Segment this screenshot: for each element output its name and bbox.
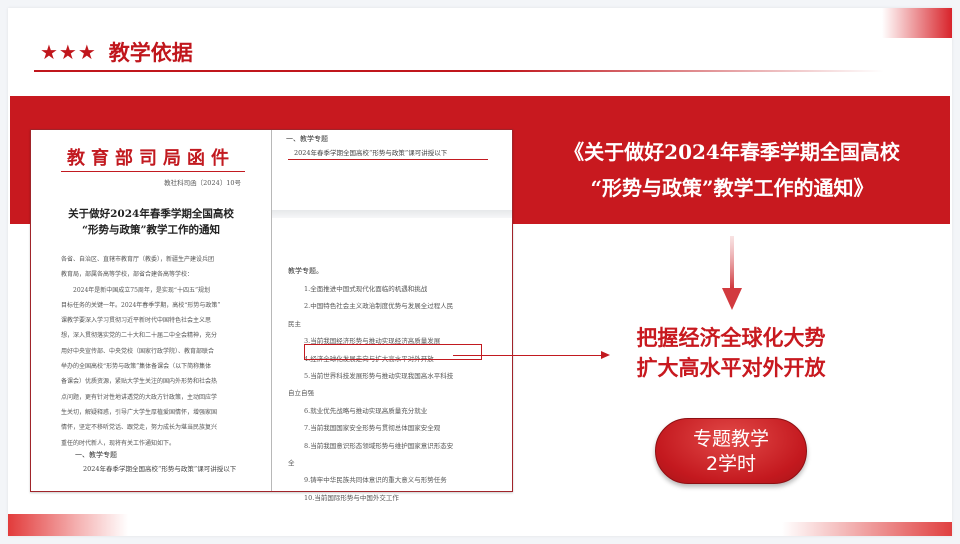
body-line: 重任的时代新人，现将有关工作通知如下。 <box>61 439 176 447</box>
letterhead-rule <box>61 171 245 172</box>
topic-item: 10.当前国际形势与中国外交工作 <box>304 493 399 502</box>
document-number: 教社科司函〔2024〕10号 <box>164 179 241 187</box>
topic-item: 1.全面推进中国式现代化面临的机遇和挑战 <box>304 285 428 293</box>
badge-line-1: 专题教学 <box>692 428 769 450</box>
notice-title-line-1: 《关于做好2024年春季学期全国高校 <box>564 140 900 164</box>
teaching-hours-badge: 专题教学 2学时 <box>655 418 807 484</box>
topic-item-continuation: 自立自强 <box>288 389 314 398</box>
document-section-ref: 2024年春季学期全国高校“形势与政策”课可讲授以下 <box>83 465 237 473</box>
topics-heading: 教学专题。 <box>288 267 323 275</box>
topic-item: 2.中国特色社会主义政治制度优势与发展全过程人民 <box>304 302 454 311</box>
document-title: 关于做好2024年春季学期全国高校 “形势与政策”教学工作的通知 <box>31 206 271 238</box>
topics-section-heading: 一、教学专题 <box>286 135 328 143</box>
document-title-line-1: 关于做好2024年春季学期全国高校 <box>68 208 234 220</box>
document-section-heading: 一、教学专题 <box>75 451 117 459</box>
pointer-arrow-line <box>453 355 603 356</box>
document-page-right: 一、教学专题 2024年春季学期全国高校“形势与政策”课可讲授以下 教学专题。 … <box>272 130 512 502</box>
topic-item: 8.当前我国意识形态领域形势与维护国家意识形态安 <box>304 441 454 450</box>
body-line: 点问题，更有针对性地讲透党的大政方针政策，主动回应学 <box>61 393 218 401</box>
header-underline <box>34 70 884 72</box>
slide-title: 教学依据 <box>108 41 193 65</box>
corner-decoration-top-right <box>882 8 952 38</box>
topics-section-ref: 2024年春季学期全国高校“形势与政策”课可讲授以下 <box>294 149 448 157</box>
page-gap <box>272 210 512 218</box>
body-line: 生关切，解疑释惑，引导广大学生厚植爱国情怀，增强家国 <box>61 408 218 416</box>
document-body: 各省、自治区、直辖市教育厅（教委），新疆生产建设兵团 教育局，部属各高等学校，部… <box>61 252 251 451</box>
notice-title: 《关于做好2024年春季学期全国高校 “形势与政策”教学工作的通知》 <box>540 134 924 206</box>
star-icons: ★★★ <box>40 40 97 64</box>
body-line: 2024年是新中国成立75周年，是实现“十四五”规划 <box>61 286 211 294</box>
body-line: 课教学要深入学习贯彻习近平新时代中国特色社会主义思 <box>61 317 212 325</box>
document-scan: 教育部司局函件 教社科司函〔2024〕10号 关于做好2024年春季学期全国高校… <box>30 129 513 502</box>
topic-item: 7.当前我国国家安全形势与贯彻总体国家安全观 <box>304 424 441 433</box>
slide-header: ★★★ 教学依据 <box>40 37 193 67</box>
body-line: 举办的全国高校“形势与政策”集体备课会（以下简称集体 <box>61 363 212 371</box>
body-line: 目标任务的关键一年。2024年春季学期，高校“形势与政策” <box>61 301 221 309</box>
conclusion-line-1: 把握经济全球化大势 <box>636 326 826 350</box>
body-line: 想，深入贯彻落实党的二十大和二十届二中全会精神，充分 <box>61 332 218 340</box>
topic-item-continuation: 全 <box>288 458 295 467</box>
letterhead: 教育部司局函件 <box>67 148 235 169</box>
document-page-left: 教育部司局函件 教社科司函〔2024〕10号 关于做好2024年春季学期全国高校… <box>31 130 271 491</box>
body-line: 各省、自治区、直辖市教育厅（教委），新疆生产建设兵团 <box>61 256 215 263</box>
notice-title-line-2: “形势与政策”教学工作的通知》 <box>590 176 874 200</box>
body-line: 教育局，部属各高等学校，部省合建各高等学校： <box>61 271 194 279</box>
corner-decoration-bottom-left <box>8 514 128 536</box>
corner-decoration-bottom-right <box>782 522 952 536</box>
document-title-line-2: “形势与政策”教学工作的通知 <box>81 224 221 236</box>
body-line: 情怀，坚定不移听党话、跟党走，努力成长为堪当民族复兴 <box>61 424 218 432</box>
badge-line-2: 2学时 <box>705 453 757 475</box>
topic-item: 5.当前世界科技发展形势与推动实现我国高水平科技 <box>304 371 454 380</box>
topics-list: 1.全面推进中国式现代化面临的机遇和挑战 2.中国特色社会主义政治制度优势与发展… <box>288 281 494 507</box>
key-conclusion: 把握经济全球化大势 扩大高水平对外开放 <box>600 323 862 383</box>
topic-item: 9.铸牢中华民族共同体意识的重大意义与形势任务 <box>304 476 447 485</box>
topic-item-continuation: 民主 <box>288 319 301 328</box>
topic-highlight-box <box>304 344 482 360</box>
conclusion-line-2: 扩大高水平对外开放 <box>636 356 826 380</box>
topics-ref-underline <box>288 159 488 160</box>
topic-item: 6.就业优先战略与推动实现高质量充分就业 <box>304 406 428 415</box>
body-line: 用好中央宣传部、中央党校（国家行政学院）、教育部联合 <box>61 347 215 355</box>
body-line: 备课会）优质资源，紧贴大学生关注的国内外形势和社会热 <box>61 378 218 386</box>
down-arrow-icon <box>722 236 742 310</box>
